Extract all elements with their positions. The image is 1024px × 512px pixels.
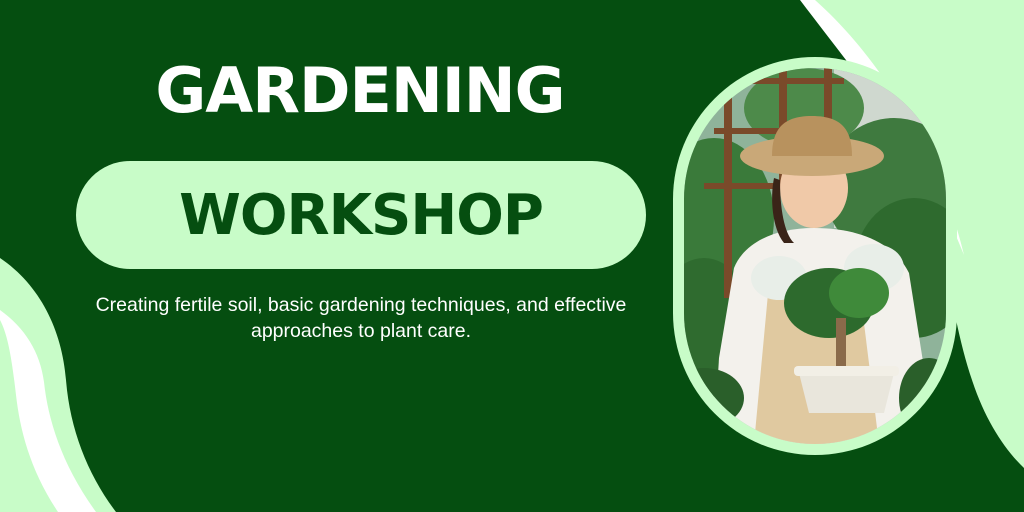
- woman-gardening-bonsai-photo: [684, 68, 946, 444]
- workshop-description: Creating fertile soil, basic gardening t…: [95, 294, 627, 342]
- title-gardening: GARDENING: [155, 54, 565, 127]
- title-workshop: WORKSHOP: [179, 182, 544, 248]
- workshop-banner: GARDENING WORKSHOP Creating fertile soil…: [0, 0, 1024, 512]
- title-pill: WORKSHOP: [76, 161, 646, 269]
- gardening-photo: [684, 68, 946, 444]
